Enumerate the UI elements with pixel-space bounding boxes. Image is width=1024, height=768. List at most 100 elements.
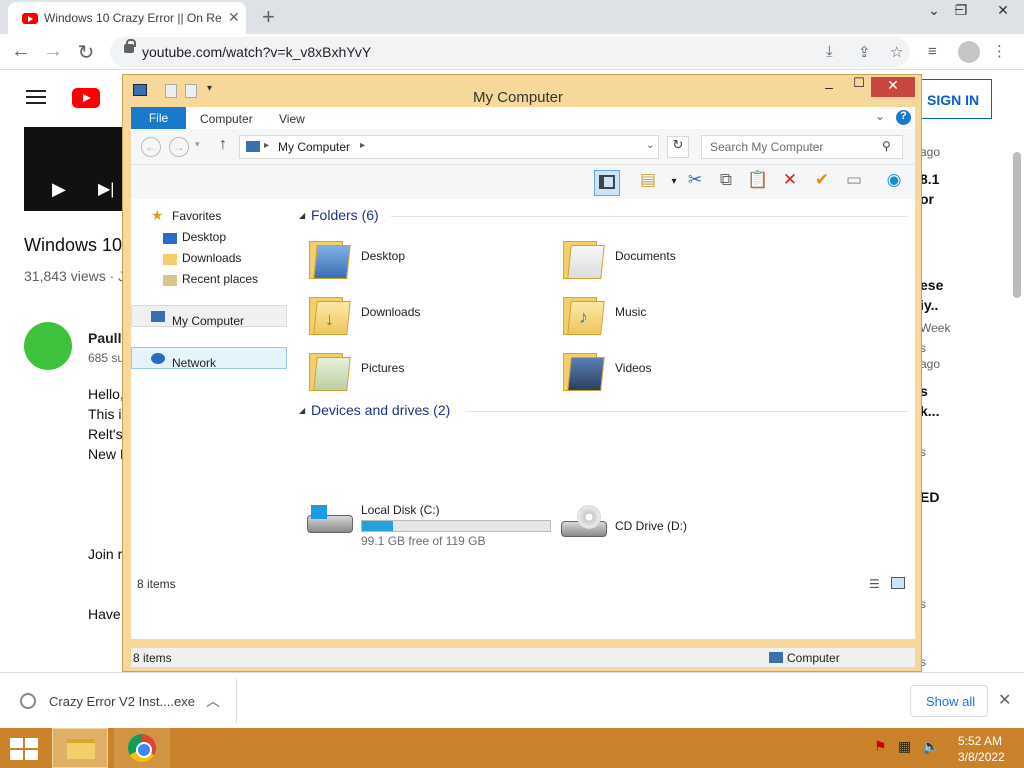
rename-icon[interactable]: ✔ xyxy=(809,170,835,196)
large-icons-view-icon[interactable] xyxy=(891,577,905,589)
help-icon[interactable]: ? xyxy=(896,110,911,125)
back-icon[interactable]: ← xyxy=(8,40,34,63)
folder-music[interactable]: Music xyxy=(615,305,646,319)
folder-icon[interactable] xyxy=(309,235,351,279)
network-tray-icon[interactable]: ▦ xyxy=(898,738,916,756)
group-header-devices[interactable]: Devices and drives (2) xyxy=(311,402,450,418)
preview-pane-icon[interactable] xyxy=(594,170,620,196)
installer-file-icon[interactable] xyxy=(20,693,36,709)
sidebar-text: or xyxy=(920,191,934,207)
browser-tab[interactable]: Windows 10 Crazy Error || On Re ✕ xyxy=(8,2,246,34)
cd-drive-icon[interactable] xyxy=(561,505,609,539)
refresh-icon[interactable]: ↻ xyxy=(667,136,689,158)
video-player[interactable]: ▶ ▶| xyxy=(24,127,124,211)
new-tab-icon[interactable]: + xyxy=(262,4,275,30)
search-input[interactable]: Search My Computer ⚲ xyxy=(701,135,903,159)
sidebar-item-downloads[interactable]: Downloads xyxy=(182,251,241,265)
description-line: Hello, xyxy=(88,386,124,402)
folder-icon[interactable] xyxy=(563,235,605,279)
clock-time[interactable]: 5:52 AM xyxy=(958,734,1002,748)
sign-in-button[interactable]: SIGN IN xyxy=(918,79,992,119)
up-icon[interactable]: ↑ xyxy=(219,136,227,154)
menu-kebab-icon[interactable]: ⋮ xyxy=(992,42,1007,60)
youtube-favicon-icon xyxy=(22,13,38,24)
sidebar-item-favorites[interactable]: Favorites xyxy=(172,209,221,223)
clock-date[interactable]: 3/8/2022 xyxy=(958,750,1005,764)
youtube-logo[interactable] xyxy=(72,88,100,108)
reload-icon[interactable]: ↻ xyxy=(73,40,99,65)
folder-icon[interactable]: ♪ xyxy=(563,291,605,335)
restore-icon[interactable]: ❐ xyxy=(946,2,976,19)
drive-name-d[interactable]: CD Drive (D:) xyxy=(615,519,687,533)
show-all-button[interactable]: Show all xyxy=(910,685,988,717)
page-scrollbar[interactable] xyxy=(1013,152,1021,298)
play-icon[interactable]: ▶ xyxy=(52,179,66,200)
forward-icon[interactable]: → xyxy=(40,40,66,63)
windows-start-icon[interactable] xyxy=(10,738,38,760)
breadcrumb[interactable]: My Computer xyxy=(278,140,350,154)
chevron-up-icon[interactable]: ︿ xyxy=(206,691,220,711)
new-item-icon[interactable]: ▭ xyxy=(841,170,867,196)
tab-close-icon[interactable]: ✕ xyxy=(228,9,240,26)
tab-computer[interactable]: Computer xyxy=(200,112,253,126)
group-header-folders[interactable]: Folders (6) xyxy=(311,207,379,223)
folder-documents[interactable]: Documents xyxy=(615,249,676,263)
folder-icon[interactable] xyxy=(563,347,605,391)
folder-downloads[interactable]: Downloads xyxy=(361,305,420,319)
hamburger-menu-icon[interactable] xyxy=(26,90,46,104)
address-field[interactable]: ▸ My Computer ▸ ⌄ xyxy=(239,135,659,159)
recent-locations-icon[interactable]: ▾ xyxy=(195,139,200,150)
breadcrumb-arrow-icon[interactable]: ▸ xyxy=(360,140,365,151)
copy-icon[interactable]: ⧉ xyxy=(713,170,739,196)
sidebar-item-recent-places[interactable]: Recent places xyxy=(182,272,258,286)
bookmark-star-icon[interactable]: ☆ xyxy=(890,43,903,61)
download-file-name[interactable]: Crazy Error V2 Inst....exe xyxy=(49,694,195,709)
expand-ribbon-icon[interactable]: ⌄ xyxy=(875,109,885,123)
volume-icon[interactable]: 🔈 xyxy=(922,738,940,756)
computer-icon xyxy=(769,652,783,663)
taskbar-chrome[interactable] xyxy=(114,728,170,768)
folder-icon[interactable]: ↓ xyxy=(309,291,351,335)
folder-videos[interactable]: Videos xyxy=(615,361,651,375)
sidebar-item-desktop[interactable]: Desktop xyxy=(182,230,226,244)
close-icon[interactable]: ✕ xyxy=(988,2,1018,19)
breadcrumb-arrow-icon[interactable]: ▸ xyxy=(264,140,269,151)
hard-drive-icon[interactable] xyxy=(307,505,355,535)
cut-icon[interactable]: ✂ xyxy=(682,170,708,196)
folder-desktop[interactable]: Desktop xyxy=(361,249,405,263)
lock-icon[interactable] xyxy=(124,39,136,53)
details-view-icon[interactable]: ☰ xyxy=(869,577,880,591)
action-center-icon[interactable]: ⚑ xyxy=(874,738,892,756)
close-icon[interactable]: ✕ xyxy=(998,690,1011,710)
chevron-down-icon[interactable]: ⌄ xyxy=(646,140,654,151)
back-icon[interactable]: ← xyxy=(141,137,161,157)
folder-icon[interactable] xyxy=(309,347,351,391)
close-button[interactable]: ✕ xyxy=(871,77,915,97)
share-icon[interactable]: ⇪ xyxy=(858,43,871,61)
tab-file[interactable]: File xyxy=(131,107,186,129)
computer-icon xyxy=(246,141,260,152)
sidebar-item-network[interactable]: Network xyxy=(172,356,216,370)
delete-icon[interactable]: ✕ xyxy=(777,170,803,196)
paste-icon[interactable]: 📋 xyxy=(745,170,771,196)
drive-name-c[interactable]: Local Disk (C:) xyxy=(361,503,440,517)
tab-view[interactable]: View xyxy=(279,112,305,126)
next-icon[interactable]: ▶| xyxy=(98,179,114,199)
properties-icon[interactable]: ▤ xyxy=(635,170,661,196)
folder-pictures[interactable]: Pictures xyxy=(361,361,404,375)
collapse-icon[interactable]: ◢ xyxy=(299,211,305,220)
media-control-icon[interactable]: ≡ xyxy=(928,43,937,60)
sidebar-item-my-computer[interactable]: My Computer xyxy=(172,314,244,328)
minimize-button[interactable]: – xyxy=(815,79,843,95)
network-globe-icon[interactable]: ◉ xyxy=(881,170,907,196)
address-bar[interactable]: youtube.com/watch?v=k_v8xBxhYvY ⤓ ⇪ ☆ xyxy=(110,37,910,67)
description-line: Have xyxy=(88,606,121,622)
collapse-icon[interactable]: ◢ xyxy=(299,406,305,415)
search-icon[interactable]: ⚲ xyxy=(882,139,891,153)
profile-avatar-icon[interactable] xyxy=(958,41,980,63)
forward-icon[interactable]: → xyxy=(169,137,189,157)
channel-avatar[interactable] xyxy=(24,322,72,370)
maximize-button[interactable]: ☐ xyxy=(845,75,873,91)
taskbar-file-explorer[interactable] xyxy=(52,728,108,768)
install-icon[interactable]: ⤓ xyxy=(826,43,833,60)
